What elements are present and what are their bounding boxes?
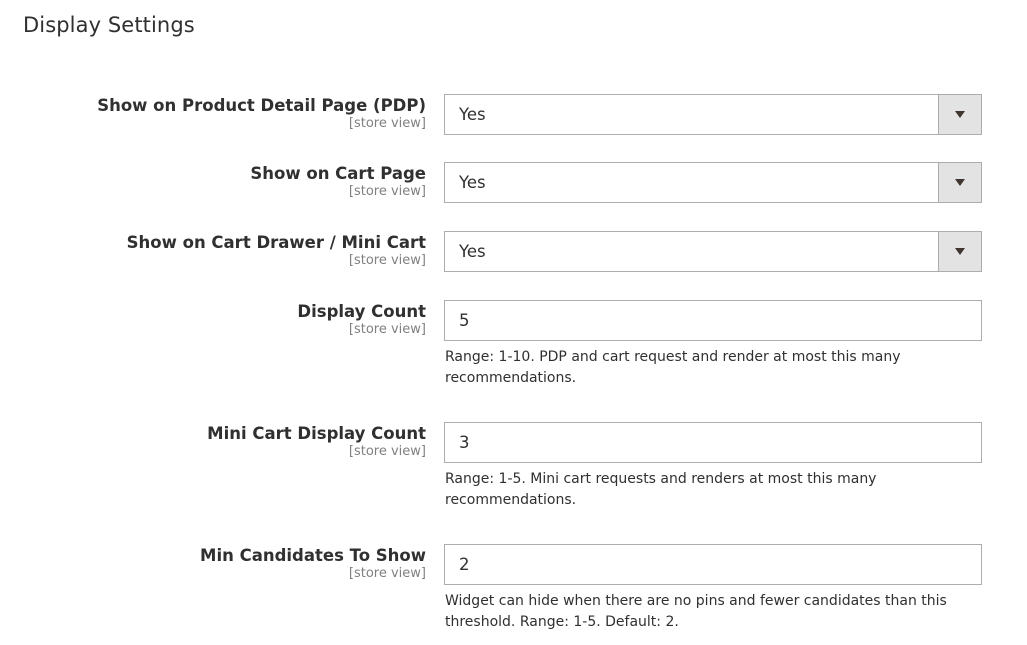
input-value: 2 <box>459 555 470 574</box>
select-dropdown-button[interactable] <box>938 163 981 202</box>
select-value: Yes <box>459 173 486 192</box>
field-label-min-candidates: Min Candidates To Show [store view] <box>200 545 426 582</box>
input-value: 3 <box>459 433 470 452</box>
min-candidates-input[interactable]: 2 <box>444 544 982 585</box>
field-note: Range: 1-5. Mini cart requests and rende… <box>445 471 877 508</box>
scope-label: [store view] <box>348 184 426 199</box>
scope-label: [store view] <box>348 566 426 581</box>
select-dropdown-button[interactable] <box>938 232 981 271</box>
section-title: Display Settings <box>23 13 195 37</box>
chevron-down-icon <box>955 248 965 255</box>
field-label-show-on-cart: Show on Cart Page [store view] <box>250 163 426 200</box>
field-label-show-on-pdp: Show on Product Detail Page (PDP) [store… <box>97 95 426 132</box>
show-on-pdp-select[interactable]: Yes <box>444 94 982 135</box>
input-value: 5 <box>459 311 470 330</box>
chevron-down-icon <box>955 179 965 186</box>
scope-label: [store view] <box>348 322 426 337</box>
select-dropdown-button[interactable] <box>938 95 981 134</box>
field-label-show-on-mini-cart: Show on Cart Drawer / Mini Cart [store v… <box>127 232 426 269</box>
select-value: Yes <box>459 105 486 124</box>
field-label-text: Show on Cart Drawer / Mini Cart <box>126 233 426 252</box>
mini-cart-display-count-input[interactable]: 3 <box>444 422 982 463</box>
field-label-text: Display Count <box>297 302 426 321</box>
field-label-mini-cart-display-count: Mini Cart Display Count [store view] <box>207 423 426 460</box>
field-label-text: Min Candidates To Show <box>200 546 426 565</box>
select-value: Yes <box>459 242 486 261</box>
scope-label: [store view] <box>348 444 426 459</box>
field-note: Widget can hide when there are no pins a… <box>445 593 947 630</box>
field-label-text: Show on Cart Page <box>250 164 426 183</box>
field-note: Range: 1-10. PDP and cart request and re… <box>445 349 901 386</box>
show-on-mini-cart-select[interactable]: Yes <box>444 231 982 272</box>
scope-label: [store view] <box>348 116 426 131</box>
chevron-down-icon <box>955 111 965 118</box>
show-on-cart-select[interactable]: Yes <box>444 162 982 203</box>
display-count-input[interactable]: 5 <box>444 300 982 341</box>
field-label-text: Mini Cart Display Count <box>207 424 426 443</box>
field-label-display-count: Display Count [store view] <box>297 301 426 338</box>
scope-label: [store view] <box>348 253 426 268</box>
field-label-text: Show on Product Detail Page (PDP) <box>97 96 426 115</box>
